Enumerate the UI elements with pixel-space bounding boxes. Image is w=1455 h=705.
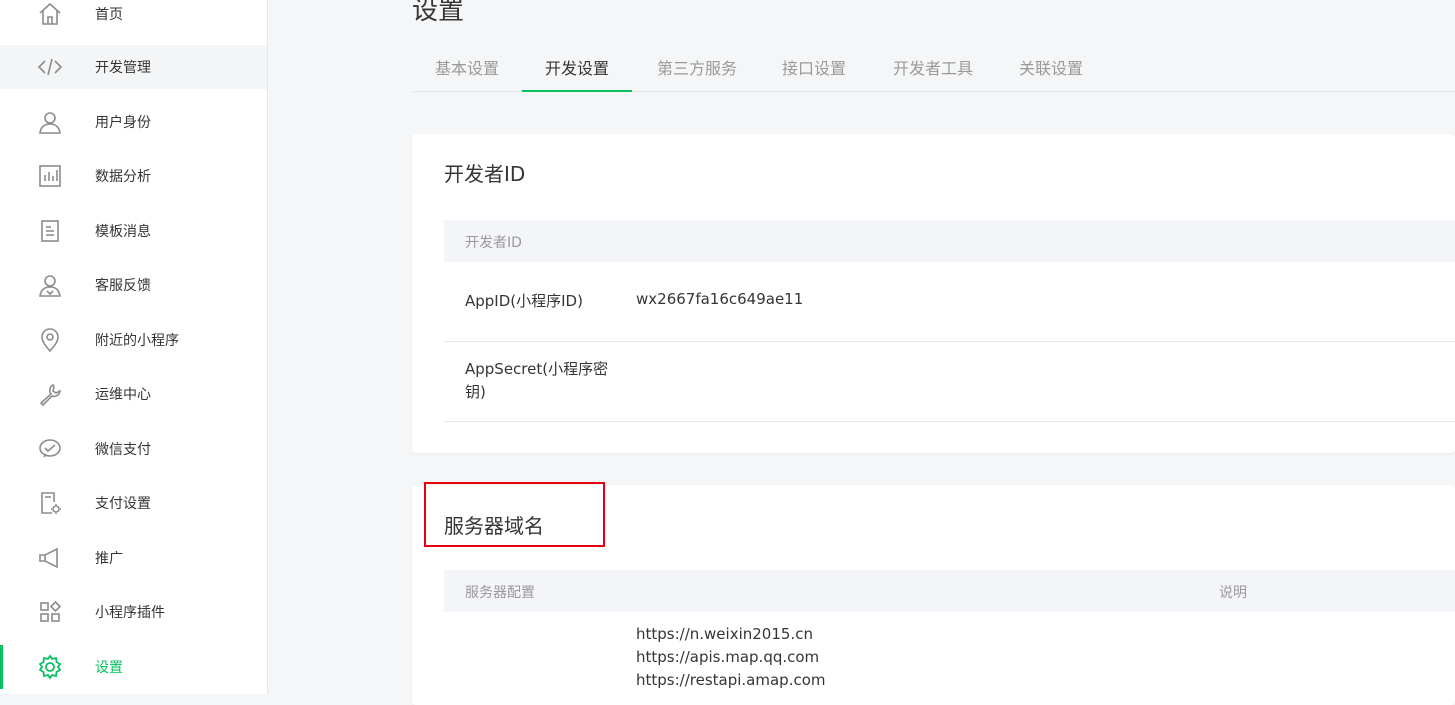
tab-dev-settings[interactable]: 开发设置 [522, 48, 632, 92]
wrench-icon [36, 380, 64, 408]
tab-developer-tools[interactable]: 开发者工具 [872, 48, 994, 92]
appid-value: wx2667fa16c649ae11 [636, 290, 804, 308]
code-icon [36, 53, 64, 81]
sidebar-item-label: 支付设置 [95, 496, 151, 512]
customer-service-icon [36, 271, 64, 299]
sidebar-item-user-identity[interactable]: 用户身份 [0, 100, 267, 144]
tab-third-party-services[interactable]: 第三方服务 [637, 48, 757, 92]
sidebar-item-label: 数据分析 [95, 169, 151, 185]
sidebar-item-label: 推广 [95, 551, 123, 567]
wechat-pay-icon [36, 435, 64, 463]
sidebar-item-template-message[interactable]: 模板消息 [0, 209, 267, 253]
column-header: 开发者ID [465, 235, 522, 251]
developer-id-card: 开发者ID 开发者ID AppID(小程序ID) wx2667fa16c649a… [412, 134, 1455, 453]
card-title: 服务器域名 [444, 514, 544, 538]
column-header-description: 说明 [1219, 585, 1247, 601]
location-pin-icon [36, 326, 64, 354]
sidebar-item-label: 首页 [95, 7, 123, 23]
row-key: AppSecret(小程序密钥) [465, 360, 609, 401]
tab-bar: 基本设置 开发设置 第三方服务 接口设置 开发者工具 关联设置 [412, 48, 1455, 92]
main-content: 设置 基本设置 开发设置 第三方服务 接口设置 开发者工具 关联设置 开发者ID… [268, 0, 1455, 705]
card-title: 开发者ID [444, 162, 526, 186]
domain-url: https://apis.map.qq.com [636, 648, 820, 666]
sidebar-item-promotion[interactable]: 推广 [0, 536, 267, 580]
sidebar-item-payment-settings[interactable]: 支付设置 [0, 481, 267, 525]
megaphone-icon [36, 544, 64, 572]
gear-icon [36, 653, 64, 681]
sidebar-item-data-analysis[interactable]: 数据分析 [0, 154, 267, 198]
sidebar-item-ops-center[interactable]: 运维中心 [0, 372, 267, 416]
table-row-appsecret: AppSecret(小程序密钥) [444, 342, 1455, 422]
sidebar-item-label: 附近的小程序 [95, 333, 179, 349]
domain-url: https://n.weixin2015.cn [636, 625, 813, 643]
sidebar-item-label: 运维中心 [95, 387, 151, 403]
tab-basic-settings[interactable]: 基本设置 [412, 48, 522, 92]
payment-settings-icon [36, 489, 64, 517]
sidebar-item-label: 微信支付 [95, 442, 151, 458]
domain-list: https://n.weixin2015.cn https://apis.map… [636, 623, 826, 692]
sidebar-item-label: 用户身份 [95, 115, 151, 131]
sidebar-item-dev-management[interactable]: 开发管理 [0, 45, 267, 89]
sidebar-item-wechat-pay[interactable]: 微信支付 [0, 427, 267, 471]
table-header: 开发者ID [444, 220, 1455, 262]
domain-url: https://restapi.amap.com [636, 671, 826, 689]
row-key: AppID(小程序ID) [465, 292, 583, 310]
bar-chart-icon [36, 162, 64, 190]
user-icon [36, 108, 64, 136]
sidebar-item-label: 小程序插件 [95, 605, 165, 621]
sidebar-item-label: 开发管理 [95, 60, 151, 76]
tab-api-settings[interactable]: 接口设置 [760, 48, 868, 92]
home-icon [36, 0, 64, 28]
server-domain-card: 服务器域名 服务器配置 说明 https://n.weixin2015.cn h… [412, 485, 1455, 705]
page-title: 设置 [412, 0, 465, 26]
sidebar-item-label: 模板消息 [95, 224, 151, 240]
plugin-grid-icon [36, 598, 64, 626]
sidebar-item-home[interactable]: 首页 [0, 0, 267, 36]
sidebar-item-label: 客服反馈 [95, 278, 151, 294]
sidebar-item-plugins[interactable]: 小程序插件 [0, 590, 267, 634]
table-row-appid: AppID(小程序ID) wx2667fa16c649ae11 [444, 262, 1455, 342]
sidebar-item-label: 设置 [95, 660, 123, 676]
column-header-server-config: 服务器配置 [465, 585, 535, 601]
table-header: 服务器配置 说明 [444, 570, 1455, 612]
sidebar-item-settings[interactable]: 设置 [0, 645, 267, 689]
sidebar-item-nearby-miniprogram[interactable]: 附近的小程序 [0, 318, 267, 362]
tab-linked-settings[interactable]: 关联设置 [997, 48, 1105, 92]
sidebar-item-customer-feedback[interactable]: 客服反馈 [0, 263, 267, 307]
sidebar: 首页 开发管理 用户身份 数据分析 模板消息 客服反馈 附近的小程序 运维中心 … [0, 0, 268, 694]
document-icon [36, 217, 64, 245]
